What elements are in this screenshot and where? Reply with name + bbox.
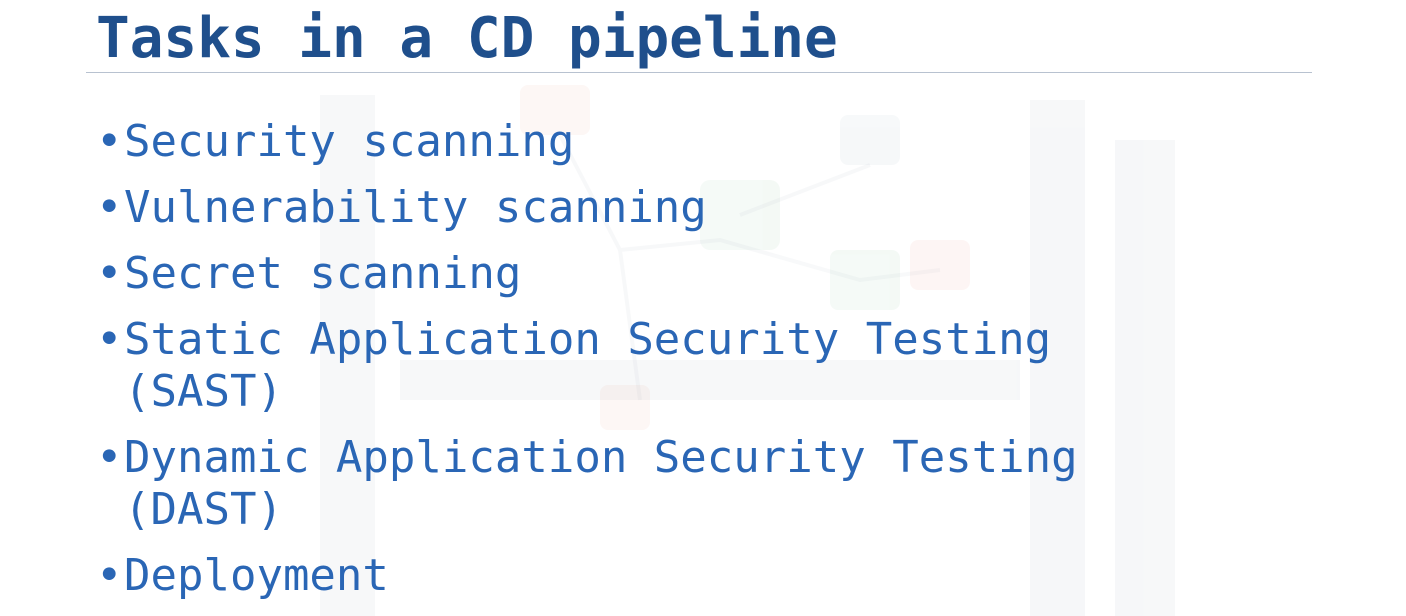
bullet-icon: • — [96, 432, 123, 483]
bullet-list: • Security scanning • Vulnerability scan… — [96, 116, 1078, 616]
list-item: • Dynamic Application Security Testing (… — [96, 432, 1078, 536]
bullet-text: Deployment — [124, 550, 389, 601]
slide: Tasks in a CD pipeline • Security scanni… — [0, 0, 1406, 616]
bullet-text: Secret scanning — [124, 248, 522, 299]
bullet-icon: • — [96, 182, 123, 233]
bullet-icon: • — [96, 116, 123, 167]
list-item: • Static Application Security Testing (S… — [96, 314, 1078, 418]
bullet-text-continuation: (DAST) — [124, 484, 283, 535]
bullet-icon: • — [96, 248, 123, 299]
slide-title: Tasks in a CD pipeline — [96, 6, 838, 71]
list-item: • Secret scanning — [96, 248, 1078, 300]
bullet-text: Static Application Security Testing — [124, 314, 1052, 365]
bullet-text: Vulnerability scanning — [124, 182, 707, 233]
list-item: • Deployment — [96, 550, 1078, 602]
bullet-text-continuation: (SAST) — [124, 366, 283, 417]
bullet-text: Security scanning — [124, 116, 575, 167]
list-item: • Security scanning — [96, 116, 1078, 168]
bullet-icon: • — [96, 550, 123, 601]
bullet-text: Dynamic Application Security Testing — [124, 432, 1078, 483]
bullet-icon: • — [96, 314, 123, 365]
title-divider — [86, 72, 1312, 73]
list-item: • Vulnerability scanning — [96, 182, 1078, 234]
